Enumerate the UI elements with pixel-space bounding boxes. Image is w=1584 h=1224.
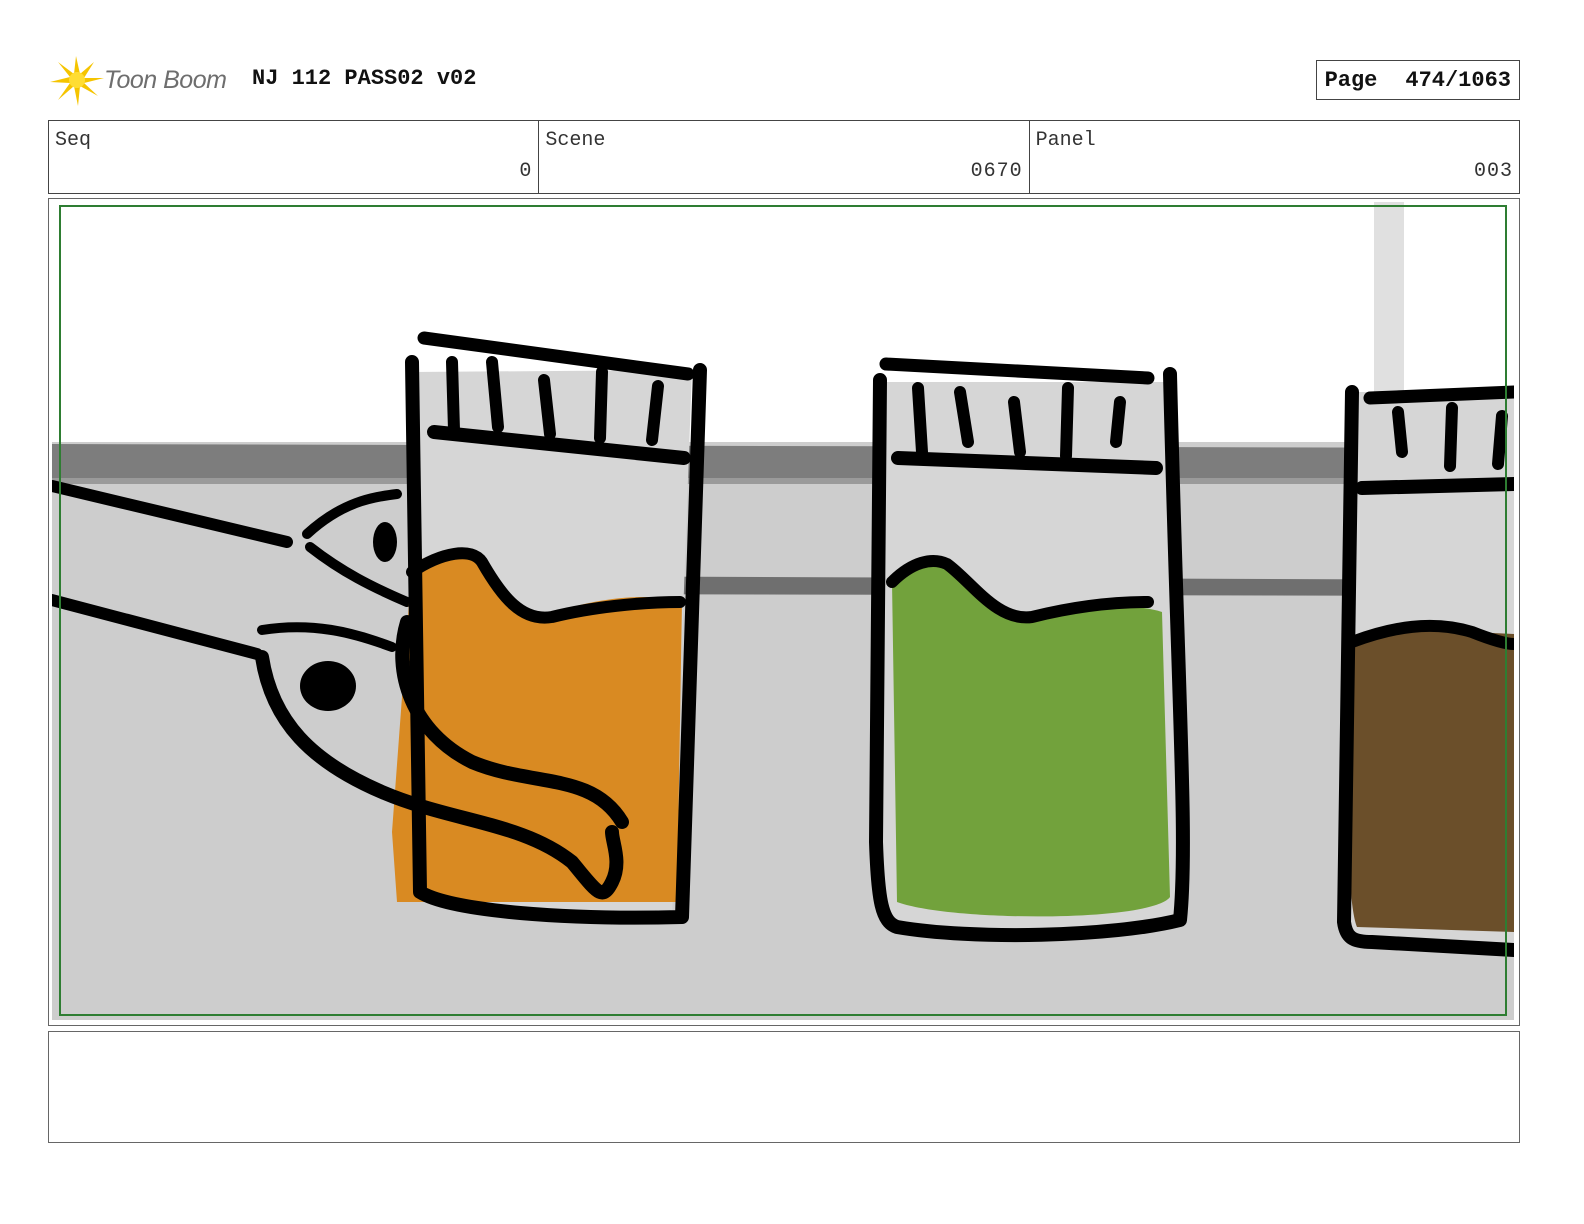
counter-surface — [52, 442, 1514, 1020]
panel-drawing — [52, 202, 1514, 1020]
seq-cell: Seq 0 — [49, 121, 540, 193]
scene-value: 0670 — [970, 160, 1023, 183]
page-number: 474/1063 — [1405, 67, 1511, 93]
jar-brown — [1337, 385, 1514, 957]
panel-notes — [48, 1031, 1520, 1143]
logo-text: Toon Boom — [104, 66, 227, 94]
starburst-icon — [50, 56, 104, 106]
document-title: NJ 112 PASS02 v02 — [252, 66, 477, 91]
jar-green — [869, 357, 1190, 943]
tongs-pivot — [300, 661, 356, 711]
seq-value: 0 — [519, 160, 533, 183]
shelf-edge — [52, 444, 1514, 480]
page-label: Page — [1324, 67, 1378, 93]
panel-info-row: Seq 0 Scene 0670 Panel 003 — [48, 120, 1520, 194]
jar-orange — [392, 331, 707, 925]
page-indicator: Page 474/1063 — [1315, 60, 1520, 100]
seq-label: Seq — [55, 129, 92, 152]
panel-cell: Panel 003 — [1030, 121, 1519, 193]
header: Toon Boom NJ 112 PASS02 v02 Page 474/106… — [48, 50, 1520, 110]
panel-value: 003 — [1473, 160, 1513, 183]
storyboard-panel — [48, 198, 1520, 1026]
scene-label: Scene — [545, 129, 606, 152]
panel-label: Panel — [1035, 129, 1096, 152]
scene-cell: Scene 0670 — [539, 121, 1030, 193]
toon-boom-logo: Toon Boom — [48, 52, 248, 108]
